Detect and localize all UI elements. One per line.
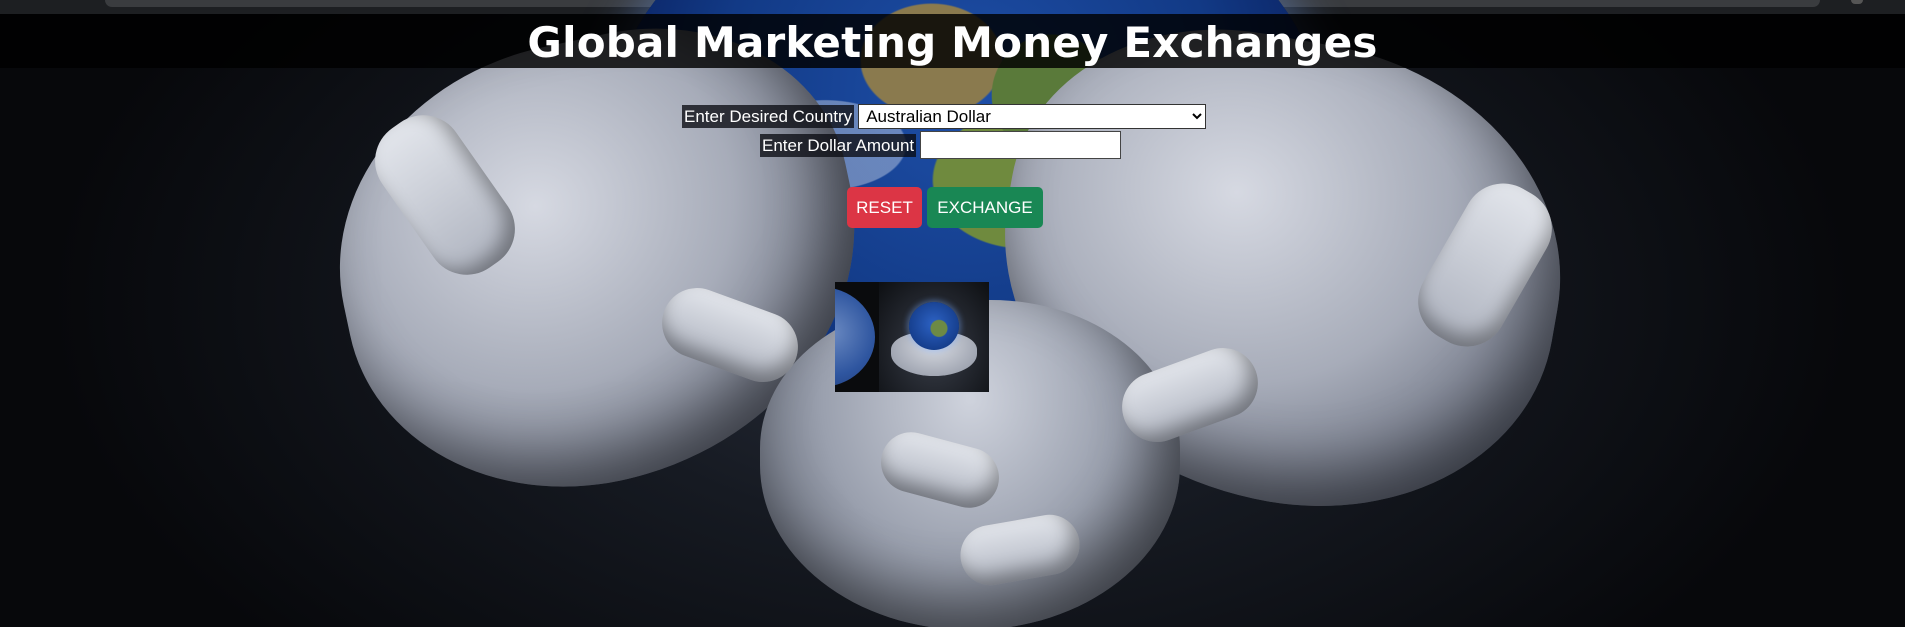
browser-control <box>1851 0 1863 4</box>
amount-input[interactable] <box>920 131 1122 159</box>
thumbnail-globe-edge <box>835 282 879 392</box>
page-title: Global Marketing Money Exchanges <box>527 18 1378 67</box>
header-band: Global Marketing Money Exchanges <box>0 14 1905 68</box>
thumbnail-globe <box>909 302 959 350</box>
country-label: Enter Desired Country <box>682 105 855 128</box>
thumbnail-half-globe <box>835 287 875 387</box>
reset-button[interactable]: RESET <box>847 187 922 228</box>
country-row: Enter Desired Country Australian Dollar <box>682 104 1207 129</box>
country-select[interactable]: Australian Dollar <box>858 104 1207 129</box>
globe-hands-thumbnail-image <box>835 282 989 392</box>
thumbnail-hands-globe <box>879 282 989 392</box>
amount-row: Enter Dollar Amount <box>760 131 1122 159</box>
page-background: Global Marketing Money Exchanges Enter D… <box>0 0 1905 627</box>
amount-label: Enter Dollar Amount <box>760 133 917 157</box>
exchange-button[interactable]: EXCHANGE <box>927 187 1043 228</box>
